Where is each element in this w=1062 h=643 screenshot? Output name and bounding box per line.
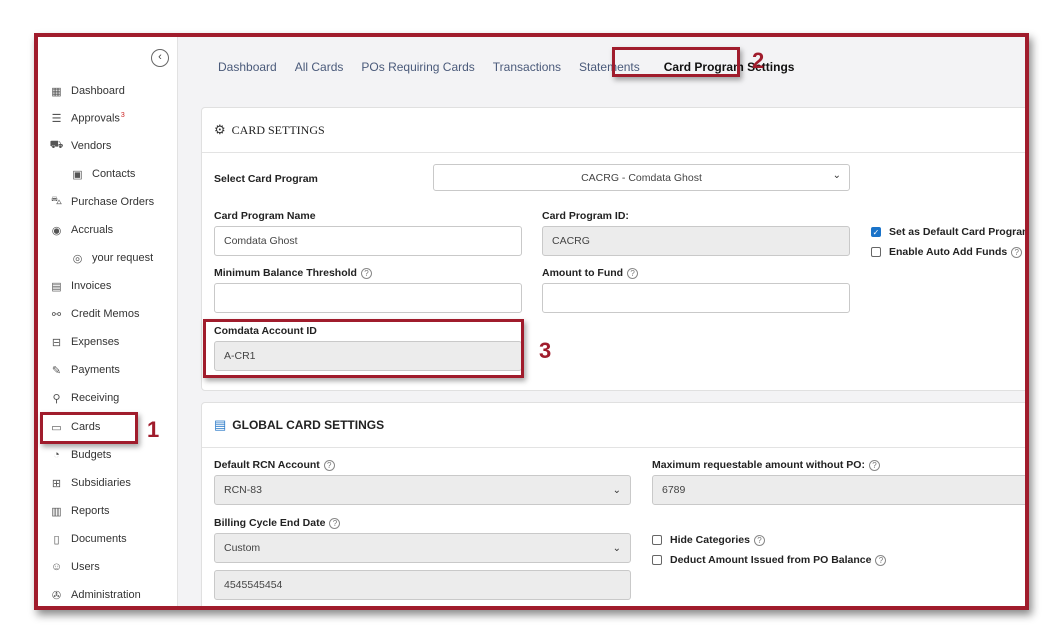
sidebar-item-budgets[interactable]: ◔ Budgets bbox=[50, 446, 111, 464]
help-icon[interactable]: ? bbox=[1011, 246, 1023, 258]
sidebar: ‹ ▦ Dashboard ☰ Approvals3 ⛟ Vendors ▣ Conta… bbox=[38, 37, 178, 606]
settings-document-icon: ▤ bbox=[214, 417, 227, 432]
receiving-icon: ⚲ bbox=[52, 392, 61, 405]
hide-categories-checkbox-row[interactable]: Hide Categories? bbox=[652, 534, 765, 546]
sidebar-item-purchase-orders[interactable]: ⛍ Purchase Orders bbox=[50, 193, 154, 211]
tab-dashboard[interactable]: Dashboard bbox=[209, 57, 286, 77]
annotation-number-2: 2 bbox=[752, 48, 765, 73]
chevron-down-icon: ⌄ bbox=[612, 484, 621, 496]
sidebar-item-accruals[interactable]: ◉ Accruals bbox=[50, 221, 114, 239]
sidebar-item-approvals[interactable]: ☰ Approvals3 bbox=[50, 109, 125, 127]
wrench-icon: ✇ bbox=[51, 589, 62, 602]
card-program-id-field: CACRG bbox=[542, 226, 850, 256]
billing-custom-input[interactable]: 4545545454 bbox=[214, 570, 631, 600]
sidebar-item-dashboard[interactable]: ▦ Dashboard bbox=[50, 82, 125, 100]
minimum-balance-input[interactable] bbox=[214, 283, 522, 313]
help-icon[interactable]: ? bbox=[875, 554, 887, 566]
user-icon: ☺ bbox=[50, 561, 63, 573]
chevron-down-icon: ⌄ bbox=[832, 170, 841, 181]
subsidiary-icon: ⊞ bbox=[51, 477, 62, 490]
auto-add-funds-checkbox[interactable] bbox=[871, 247, 881, 257]
sidebar-item-receiving[interactable]: ⚲ Receiving bbox=[50, 389, 119, 407]
help-icon[interactable]: ? bbox=[868, 459, 880, 471]
global-card-settings-title: GLOBAL CARD SETTINGS bbox=[232, 418, 385, 432]
sidebar-item-your-request[interactable]: ◎ your request bbox=[71, 249, 153, 267]
accrual-icon: ◉ bbox=[51, 224, 62, 237]
default-program-checkbox-row[interactable]: ✓ Set as Default Card Program? bbox=[871, 226, 1025, 238]
sidebar-item-users[interactable]: ☺ Users bbox=[50, 558, 100, 576]
report-icon: ▥ bbox=[51, 505, 62, 518]
card-program-id-label: Card Program ID: bbox=[542, 210, 629, 222]
sidebar-item-contacts[interactable]: ▣ Contacts bbox=[71, 165, 135, 183]
help-icon[interactable]: ? bbox=[323, 459, 335, 471]
app-window: ‹ ▦ Dashboard ☰ Approvals3 ⛟ Vendors ▣ Conta… bbox=[34, 33, 1029, 610]
default-rcn-label: Default RCN Account? bbox=[214, 459, 335, 471]
hide-categories-checkbox[interactable] bbox=[652, 535, 662, 545]
auto-add-funds-checkbox-row[interactable]: Enable Auto Add Funds? bbox=[871, 246, 1023, 258]
sidebar-item-expenses[interactable]: ⊟ Expenses bbox=[50, 333, 119, 351]
deduct-amount-checkbox[interactable] bbox=[652, 555, 662, 565]
cart-icon: ⛍ bbox=[50, 195, 63, 207]
default-program-checkbox[interactable]: ✓ bbox=[871, 227, 881, 237]
minimum-balance-label: Minimum Balance Threshold? bbox=[214, 267, 372, 279]
sidebar-item-credit-memos[interactable]: ⚯ Credit Memos bbox=[50, 305, 140, 323]
collapse-sidebar-button[interactable]: ‹ bbox=[151, 49, 169, 67]
billing-cycle-label: Billing Cycle End Date? bbox=[214, 517, 341, 529]
deduct-amount-checkbox-row[interactable]: Deduct Amount Issued from PO Balance? bbox=[652, 554, 887, 566]
vendors-icon: ⛟ bbox=[49, 139, 64, 151]
default-rcn-select[interactable]: RCN-83 ⌄ bbox=[214, 475, 631, 505]
sidebar-item-administration[interactable]: ✇ Administration bbox=[50, 586, 141, 604]
expense-icon: ⊟ bbox=[51, 336, 62, 349]
max-amount-label: Maximum requestable amount without PO:? bbox=[652, 459, 880, 471]
request-icon: ◎ bbox=[72, 252, 83, 265]
contact-book-icon: ▣ bbox=[72, 168, 83, 181]
sidebar-item-invoices[interactable]: ▤ Invoices bbox=[50, 277, 111, 295]
document-icon: ▯ bbox=[53, 533, 60, 546]
approvals-count-badge: 3 bbox=[120, 111, 125, 119]
highlight-comdata-account-id bbox=[203, 319, 524, 378]
annotation-number-3: 3 bbox=[539, 338, 552, 363]
tab-transactions[interactable]: Transactions bbox=[484, 57, 570, 77]
help-icon[interactable]: ? bbox=[329, 517, 341, 529]
dashboard-icon: ▦ bbox=[51, 85, 62, 98]
amount-to-fund-label: Amount to Fund? bbox=[542, 267, 639, 279]
card-program-name-label: Card Program Name bbox=[214, 210, 316, 222]
tab-pos-requiring-cards[interactable]: POs Requiring Cards bbox=[352, 57, 483, 77]
select-card-program-label: Select Card Program bbox=[214, 173, 318, 185]
gear-icon: ⚙ bbox=[214, 122, 226, 137]
sidebar-item-payments[interactable]: ✎ Payments bbox=[50, 361, 120, 379]
payment-icon: ✎ bbox=[51, 364, 62, 377]
list-check-icon: ☰ bbox=[51, 112, 62, 125]
highlight-card-program-settings bbox=[612, 47, 740, 77]
amount-to-fund-input[interactable] bbox=[542, 283, 850, 313]
highlight-cards bbox=[40, 412, 138, 444]
chevron-down-icon: ⌄ bbox=[612, 542, 621, 554]
tab-all-cards[interactable]: All Cards bbox=[286, 57, 353, 77]
sidebar-item-reports[interactable]: ▥ Reports bbox=[50, 502, 109, 520]
max-amount-field[interactable]: 6789 bbox=[652, 475, 1025, 505]
billing-cycle-select[interactable]: Custom ⌄ bbox=[214, 533, 631, 563]
sidebar-item-vendors[interactable]: ⛟ Vendors bbox=[49, 137, 112, 155]
global-card-settings-panel: ▤ GLOBAL CARD SETTINGS Default RCN Accou… bbox=[201, 402, 1025, 606]
budget-icon: ◔ bbox=[53, 449, 60, 461]
sidebar-item-documents[interactable]: ▯ Documents bbox=[50, 530, 126, 548]
credit-memo-icon: ⚯ bbox=[51, 308, 62, 321]
card-program-name-input[interactable]: Comdata Ghost bbox=[214, 226, 522, 256]
card-settings-title: CARD SETTINGS bbox=[231, 122, 325, 137]
card-program-select[interactable]: CACRG - Comdata Ghost ⌄ bbox=[433, 164, 850, 191]
annotation-number-1: 1 bbox=[147, 417, 160, 442]
help-icon[interactable]: ? bbox=[360, 267, 372, 279]
help-icon[interactable]: ? bbox=[753, 534, 765, 546]
sidebar-item-subsidiaries[interactable]: ⊞ Subsidiaries bbox=[50, 474, 131, 492]
invoice-icon: ▤ bbox=[51, 280, 62, 293]
help-icon[interactable]: ? bbox=[627, 267, 639, 279]
